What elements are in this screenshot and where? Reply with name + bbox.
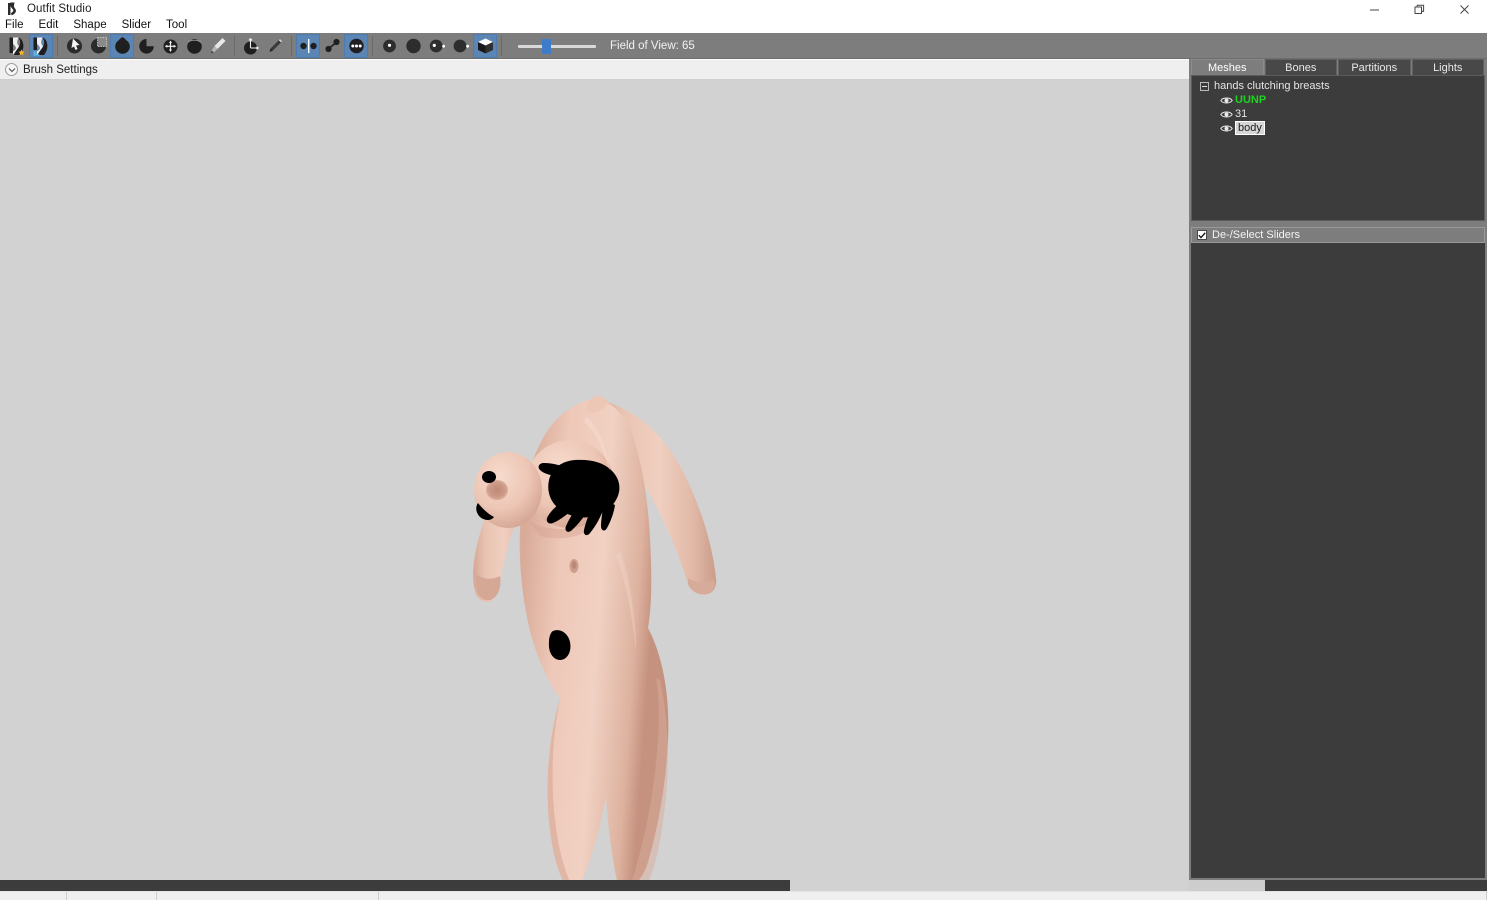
slider-track xyxy=(518,44,596,48)
inflate-brush-icon[interactable] xyxy=(110,33,134,58)
eye-visible-icon[interactable] xyxy=(1220,110,1233,119)
collapse-box-icon[interactable] xyxy=(1200,81,1209,91)
outfit-studio-icon xyxy=(5,1,21,17)
move-brush-icon[interactable] xyxy=(158,34,182,58)
load-project-icon[interactable] xyxy=(29,33,53,58)
texture-cube-icon[interactable] xyxy=(473,33,497,58)
deflate-brush-icon[interactable] xyxy=(134,34,158,58)
toolbar-separator xyxy=(501,35,502,56)
menu-item-shape[interactable]: Shape xyxy=(73,18,114,33)
tree-item-label: 31 xyxy=(1235,108,1248,120)
tree-item-body[interactable]: body xyxy=(1192,121,1484,135)
pencil-vertex-edit-icon[interactable] xyxy=(263,34,287,58)
checkbox-checked-icon[interactable] xyxy=(1197,230,1207,240)
tree-item-label: UUNP xyxy=(1235,94,1267,106)
tab-meshes[interactable]: Meshes xyxy=(1191,59,1264,75)
light-frontal-icon[interactable] xyxy=(377,34,401,58)
panel-scroll-thumb[interactable] xyxy=(1189,880,1265,891)
field-of-view-slider[interactable] xyxy=(518,36,596,56)
status-cell-1 xyxy=(0,892,67,900)
field-of-view-control: Field of View: 65 xyxy=(518,33,695,59)
tree-item-label: body xyxy=(1235,121,1265,135)
status-cell-3 xyxy=(157,892,379,900)
toolbar-separator xyxy=(57,35,58,56)
de-select-sliders-header[interactable]: De-/Select Sliders xyxy=(1191,227,1485,243)
brush-settings-bar[interactable]: Brush Settings xyxy=(0,60,1189,80)
menu-item-tool[interactable]: Tool xyxy=(166,18,195,33)
chevron-down-icon[interactable] xyxy=(5,63,18,76)
field-of-view-label: Field of View: 65 xyxy=(610,39,695,52)
transform-axis-icon[interactable] xyxy=(239,34,263,58)
show-vertices-icon[interactable] xyxy=(344,33,368,58)
menu-item-file[interactable]: File xyxy=(5,18,32,33)
3d-viewport[interactable] xyxy=(0,80,1189,880)
tree-item-31[interactable]: 31 xyxy=(1192,107,1484,121)
light-ambient-icon[interactable] xyxy=(401,34,425,58)
brush-settings-label: Brush Settings xyxy=(23,63,98,76)
restore-icon[interactable] xyxy=(1397,0,1442,18)
menu-item-slider[interactable]: Slider xyxy=(122,18,159,33)
window-controls xyxy=(1352,0,1487,18)
outfit-studio-window: Outfit Studio File Edit Shape Slider Too… xyxy=(0,0,1487,900)
minimize-icon[interactable] xyxy=(1352,0,1397,18)
slider-list[interactable] xyxy=(1191,243,1485,878)
tab-lights[interactable]: Lights xyxy=(1411,59,1484,75)
tab-bones[interactable]: Bones xyxy=(1264,59,1337,75)
panel-tabs: Meshes Bones Partitions Lights xyxy=(1191,59,1485,75)
right-panel: Meshes Bones Partitions Lights hands clu… xyxy=(1189,59,1487,880)
xmirror-icon[interactable] xyxy=(296,33,320,58)
scrollbar-thumb[interactable] xyxy=(0,880,790,891)
connected-only-icon[interactable] xyxy=(320,34,344,58)
viewport-horizontal-scrollbar[interactable] xyxy=(0,880,1189,891)
tab-lights-label: Lights xyxy=(1433,61,1463,74)
toolbar-separator xyxy=(291,35,292,56)
title-bar: Outfit Studio xyxy=(0,0,1487,18)
tab-partitions[interactable]: Partitions xyxy=(1338,59,1411,75)
tab-partitions-label: Partitions xyxy=(1351,61,1398,74)
character-mesh-preview xyxy=(0,80,1189,880)
menu-bar: File Edit Shape Slider Tool xyxy=(0,18,1487,33)
tab-meshes-label: Meshes xyxy=(1207,61,1247,74)
mask-brush-icon[interactable] xyxy=(86,34,110,58)
light-back-icon[interactable] xyxy=(449,34,473,58)
light-directional-icon[interactable] xyxy=(425,34,449,58)
panel-scroll-strip[interactable] xyxy=(1189,880,1487,891)
eye-visible-icon[interactable] xyxy=(1220,124,1233,133)
status-cell-2 xyxy=(67,892,157,900)
select-brush-icon[interactable] xyxy=(62,34,86,58)
mesh-tree[interactable]: hands clutching breasts UUNP 31 body xyxy=(1191,75,1485,221)
main-toolbar: Field of View: 65 xyxy=(0,33,1487,59)
tree-item-label: hands clutching breasts xyxy=(1214,80,1330,92)
eye-visible-icon[interactable] xyxy=(1220,96,1233,105)
toolbar-separator xyxy=(372,35,373,56)
window-title: Outfit Studio xyxy=(27,3,92,15)
close-icon[interactable] xyxy=(1442,0,1487,18)
smooth-brush-icon[interactable] xyxy=(182,34,206,58)
slider-thumb[interactable] xyxy=(542,38,551,54)
status-bar xyxy=(0,891,1487,900)
tree-item-project[interactable]: hands clutching breasts xyxy=(1192,79,1484,93)
status-cell-5 xyxy=(1281,892,1487,900)
new-project-icon[interactable] xyxy=(5,34,29,58)
tree-item-uunp[interactable]: UUNP xyxy=(1192,93,1484,107)
weight-paint-brush-icon[interactable] xyxy=(206,34,230,58)
body-mesh-render xyxy=(473,395,717,880)
toolbar-separator xyxy=(234,35,235,56)
tab-bones-label: Bones xyxy=(1285,61,1317,74)
status-cell-4 xyxy=(379,892,1281,900)
de-select-sliders-label: De-/Select Sliders xyxy=(1212,229,1301,241)
menu-item-edit[interactable]: Edit xyxy=(39,18,67,33)
